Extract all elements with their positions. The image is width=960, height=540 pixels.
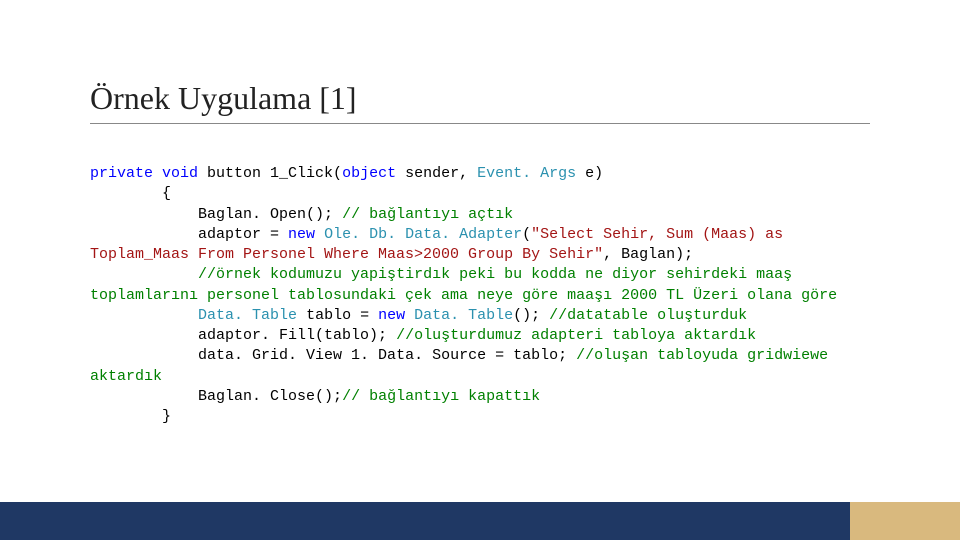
footer-gold: [850, 502, 960, 540]
code-text: adaptor. Fill(tablo);: [90, 327, 396, 344]
code-keyword: new: [378, 307, 405, 324]
code-text: (: [522, 226, 531, 243]
code-block: private void button 1_Click(object sende…: [90, 164, 870, 427]
code-type: Data. Table: [198, 307, 297, 324]
code-text: [315, 226, 324, 243]
code-text: ();: [513, 307, 549, 324]
code-text: button 1_Click(: [198, 165, 342, 182]
code-type: Data. Table: [414, 307, 513, 324]
code-text: data. Grid. View 1. Data. Source = tablo…: [90, 347, 576, 364]
code-text: tablo =: [297, 307, 378, 324]
slide-title: Örnek Uygulama [1]: [90, 80, 870, 124]
code-text: sender,: [396, 165, 477, 182]
code-text: {: [90, 185, 171, 202]
code-comment: //örnek kodumuzu yapiştirdık peki bu kod…: [90, 266, 837, 303]
code-type: Ole. Db. Data. Adapter: [324, 226, 522, 243]
footer-band: [0, 502, 960, 540]
code-text: Baglan. Close();: [90, 388, 342, 405]
code-text: adaptor =: [90, 226, 288, 243]
code-keyword: object: [342, 165, 396, 182]
code-text: [90, 307, 198, 324]
code-type: Event. Args: [477, 165, 576, 182]
code-comment: // bağlantıyı açtık: [342, 206, 513, 223]
code-comment: //oluşturdumuz adapteri tabloya aktardık: [396, 327, 756, 344]
code-text: , Baglan);: [603, 246, 693, 263]
code-comment: // bağlantıyı kapattık: [342, 388, 540, 405]
code-keyword: void: [153, 165, 198, 182]
code-keyword: private: [90, 165, 153, 182]
code-text: [405, 307, 414, 324]
code-keyword: new: [288, 226, 315, 243]
code-text: Baglan. Open();: [90, 206, 342, 223]
code-comment: //datatable oluşturduk: [549, 307, 747, 324]
footer-blue: [0, 502, 850, 540]
code-text: e): [576, 165, 603, 182]
slide: Örnek Uygulama [1] private void button 1…: [0, 0, 960, 540]
code-text: }: [90, 408, 171, 425]
